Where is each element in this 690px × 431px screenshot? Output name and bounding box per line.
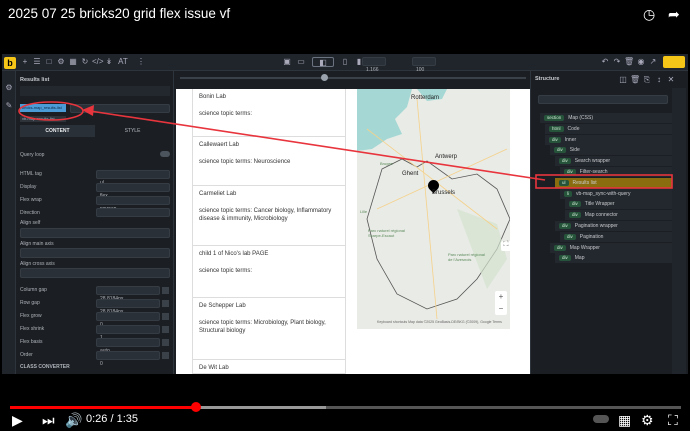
next-icon[interactable]: ⏭ — [42, 412, 55, 429]
highlight-ellipse — [18, 101, 84, 121]
subtitles-icon[interactable]: ▦ — [618, 412, 631, 429]
time-display: 0:26 / 1:35 — [86, 413, 138, 425]
progress-played — [10, 406, 196, 409]
volume-icon[interactable]: 🔊 — [65, 412, 82, 429]
play-icon[interactable]: ▶ — [12, 412, 23, 429]
annotation-arrowhead — [82, 105, 94, 116]
fullscreen-icon[interactable]: ⛶ — [668, 412, 678, 429]
progress-scrubber[interactable] — [190, 402, 201, 412]
annotation-overlay — [18, 101, 673, 189]
highlight-box — [535, 174, 673, 189]
autoplay-toggle[interactable] — [593, 415, 609, 423]
annotation-arrow-line — [89, 110, 546, 181]
settings-icon[interactable]: ⚙ — [641, 412, 654, 429]
